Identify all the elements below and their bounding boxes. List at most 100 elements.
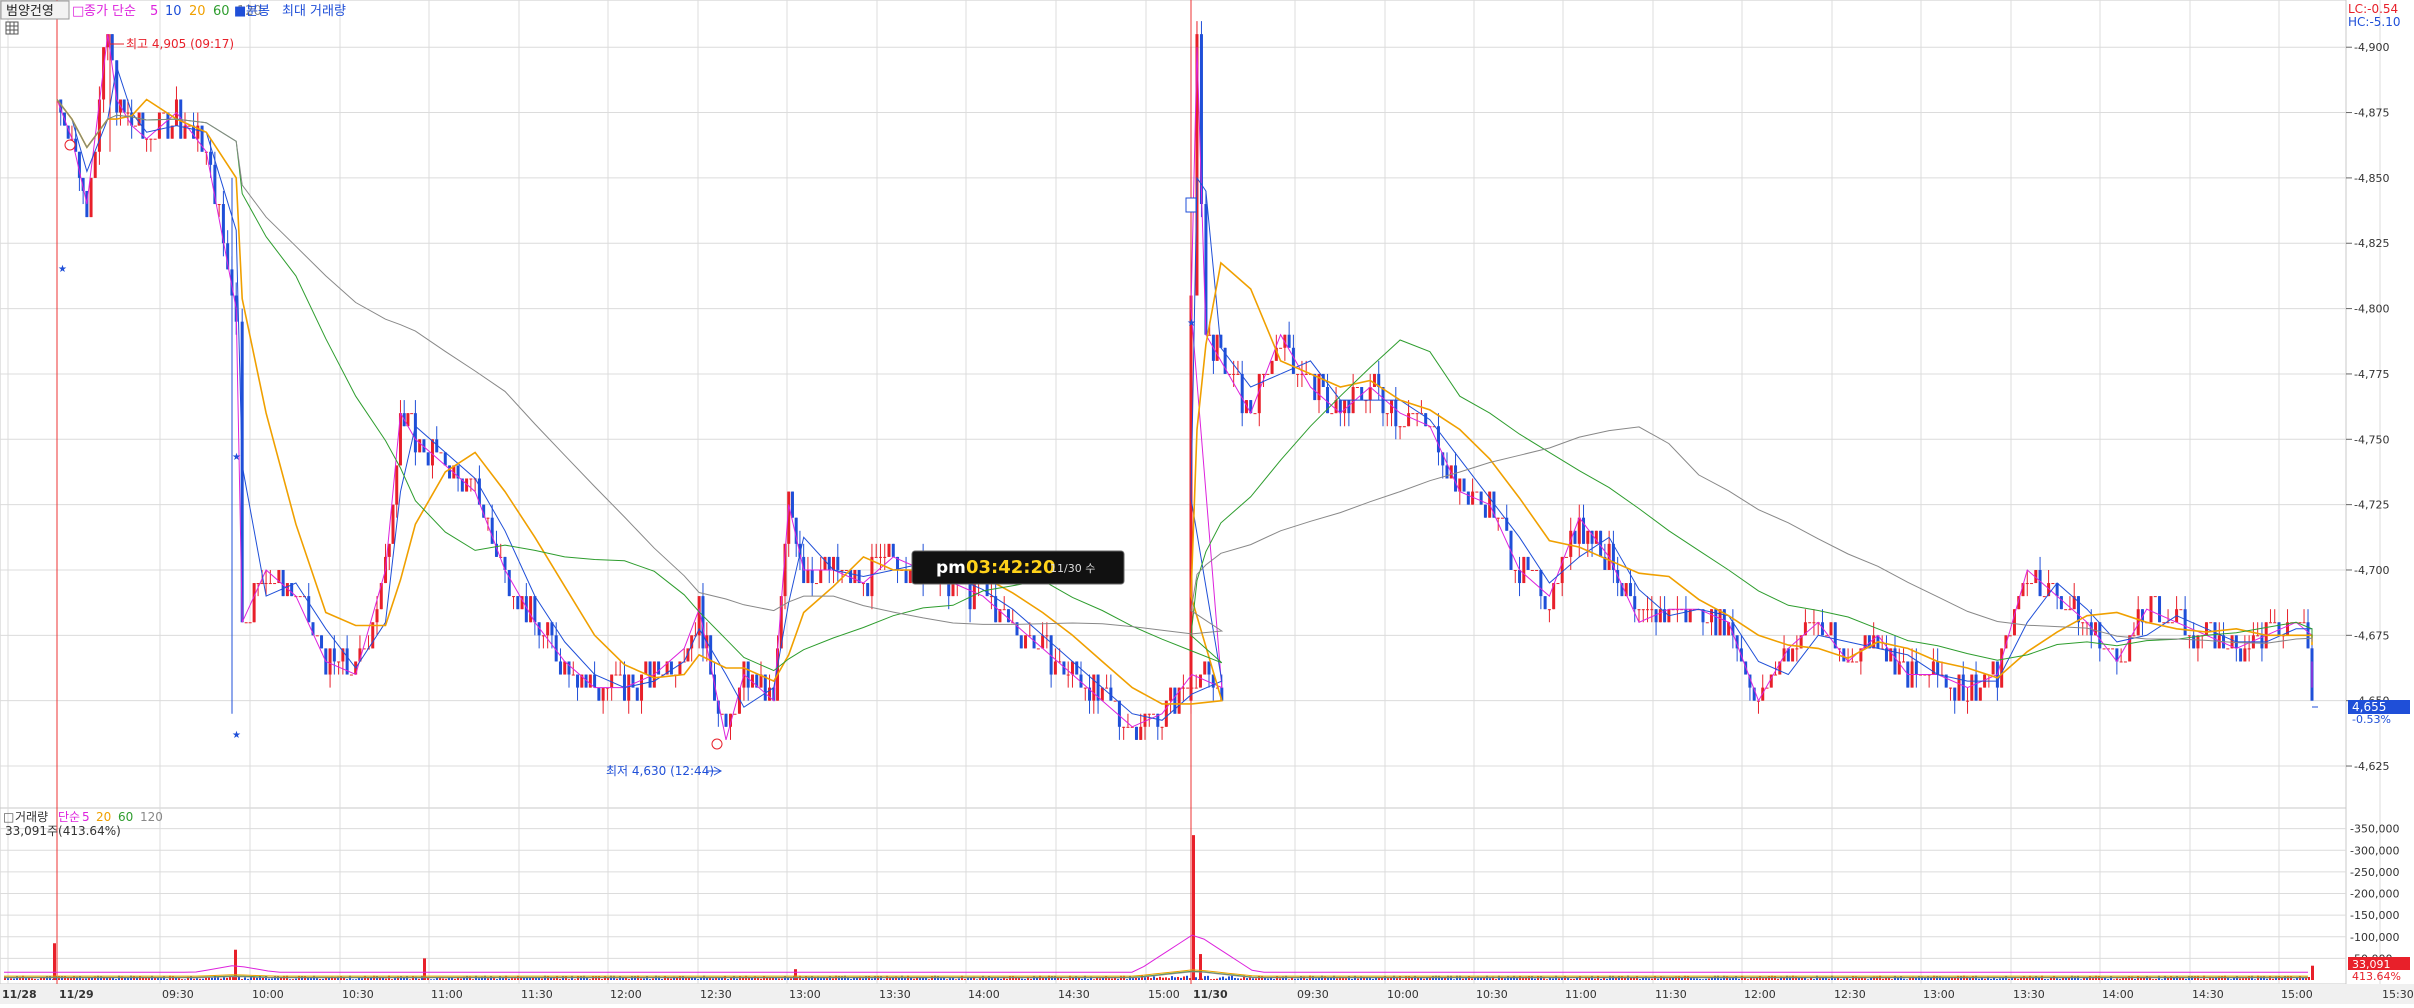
price-tick-label: -4,800	[2354, 303, 2389, 316]
volume-bar	[2116, 978, 2118, 980]
volume-bar	[832, 978, 834, 980]
chart-canvas[interactable]: -4,900 -4,875 -4,850 -4,825 -4,800 -4,775 -4,7…	[0, 0, 2414, 1004]
candle-body	[644, 661, 648, 675]
volume-bar	[1228, 976, 1230, 980]
volume-bar	[1558, 978, 1560, 980]
candle-body	[1287, 334, 1291, 348]
volume-spike	[423, 958, 426, 980]
candle-body	[153, 138, 157, 140]
stock-chart[interactable]: -4,900 -4,875 -4,850 -4,825 -4,800 -4,775 -4,7…	[0, 0, 2414, 1004]
volume-bar	[1234, 977, 1236, 980]
grid-toggle-icon[interactable]	[5, 21, 19, 35]
volume-bar	[2056, 978, 2058, 980]
volume-bar	[1024, 979, 1026, 980]
candle-body	[1957, 674, 1961, 701]
volume-bar	[247, 978, 249, 980]
candle-body	[1543, 596, 1547, 610]
volume-bar	[826, 978, 828, 980]
volume-bar	[1108, 978, 1110, 980]
volume-bar	[1150, 978, 1152, 980]
volume-bar	[1336, 978, 1338, 980]
volume-bar	[1081, 978, 1083, 980]
volume-bar	[1219, 977, 1221, 980]
volume-title: 거래량	[15, 810, 48, 824]
volume-bar	[85, 978, 87, 980]
volume-tick-label: -150,000	[2350, 909, 2399, 922]
candle-body	[2183, 609, 2187, 636]
candle-body	[827, 556, 831, 570]
candle-body	[443, 452, 447, 466]
price-tick-label: -4,625	[2354, 760, 2389, 773]
volume-bar	[1489, 978, 1491, 980]
candle-body	[439, 452, 443, 454]
volume-bar	[1204, 976, 1206, 980]
volume-bar	[850, 979, 852, 980]
volume-tick-label: -100,000	[2350, 931, 2399, 944]
volume-bar	[1180, 977, 1182, 980]
volume-bar	[2239, 978, 2241, 980]
volume-bar	[1246, 978, 1248, 980]
candle-body	[2196, 635, 2200, 649]
volume-bar	[256, 977, 258, 980]
volume-bar	[718, 978, 720, 980]
volume-bar	[1996, 978, 1998, 980]
candle-body	[2098, 622, 2102, 649]
candle-body	[1262, 373, 1266, 375]
candle-body	[546, 622, 550, 636]
candle-body	[320, 635, 324, 649]
candle-body	[1961, 674, 1965, 701]
volume-bar	[385, 978, 387, 980]
volume-bar	[1594, 978, 1596, 980]
candle-body	[2081, 622, 2085, 624]
candle-body	[2042, 596, 2046, 598]
volume-bar	[568, 979, 570, 980]
volume-bar	[1006, 978, 1008, 980]
candle-body	[248, 622, 252, 624]
candle-body	[1978, 687, 1982, 701]
volume-bar	[1153, 976, 1155, 980]
volume-bar	[106, 978, 108, 980]
time-tick-label: 14:00	[2102, 988, 2134, 1001]
volume-bar	[2212, 978, 2214, 980]
volume-bar	[2011, 978, 2013, 980]
volume-bar	[1102, 978, 1104, 980]
volume-bar	[178, 978, 180, 980]
candle-body	[1036, 648, 1040, 650]
volume-bar	[628, 979, 630, 980]
volume-bar	[2092, 978, 2094, 980]
volume-bar	[1156, 977, 1158, 980]
candle-body	[469, 478, 473, 480]
candle-body	[1500, 517, 1504, 519]
volume-spike	[234, 949, 237, 980]
volume-bar	[2014, 978, 2016, 980]
volume-bar	[1543, 978, 1545, 980]
current-volume-ratio: 413.64%	[2352, 970, 2401, 983]
price-tick-label: -4,775	[2354, 368, 2389, 381]
candle-body	[1355, 387, 1359, 389]
candle-body	[1556, 583, 1560, 585]
volume-bar	[1753, 978, 1755, 980]
minute-label: 분봉	[246, 4, 270, 19]
candle-body	[2247, 648, 2251, 650]
candle-body	[252, 583, 256, 623]
candle-body	[2187, 635, 2191, 637]
volume-bar	[1762, 978, 1764, 980]
price-tick-label: -4,750	[2354, 433, 2389, 446]
volume-bar	[1606, 978, 1608, 980]
candle-body	[328, 648, 332, 675]
volume-bar	[430, 979, 432, 980]
volume-bar	[1906, 979, 1908, 980]
candle-body	[1633, 596, 1637, 610]
volume-bar	[319, 978, 321, 980]
volume-bar	[2242, 978, 2244, 980]
ma-period-5: 5	[150, 4, 158, 19]
candle-body	[814, 583, 818, 585]
candle-body	[1902, 661, 1906, 663]
candle-body	[1953, 687, 1957, 701]
candle-body	[1628, 583, 1632, 597]
volume-bar	[271, 978, 273, 980]
volume-bar	[976, 979, 978, 980]
candle-body	[1684, 609, 1688, 623]
candle-body	[1232, 373, 1236, 375]
candle-body	[2302, 622, 2306, 624]
